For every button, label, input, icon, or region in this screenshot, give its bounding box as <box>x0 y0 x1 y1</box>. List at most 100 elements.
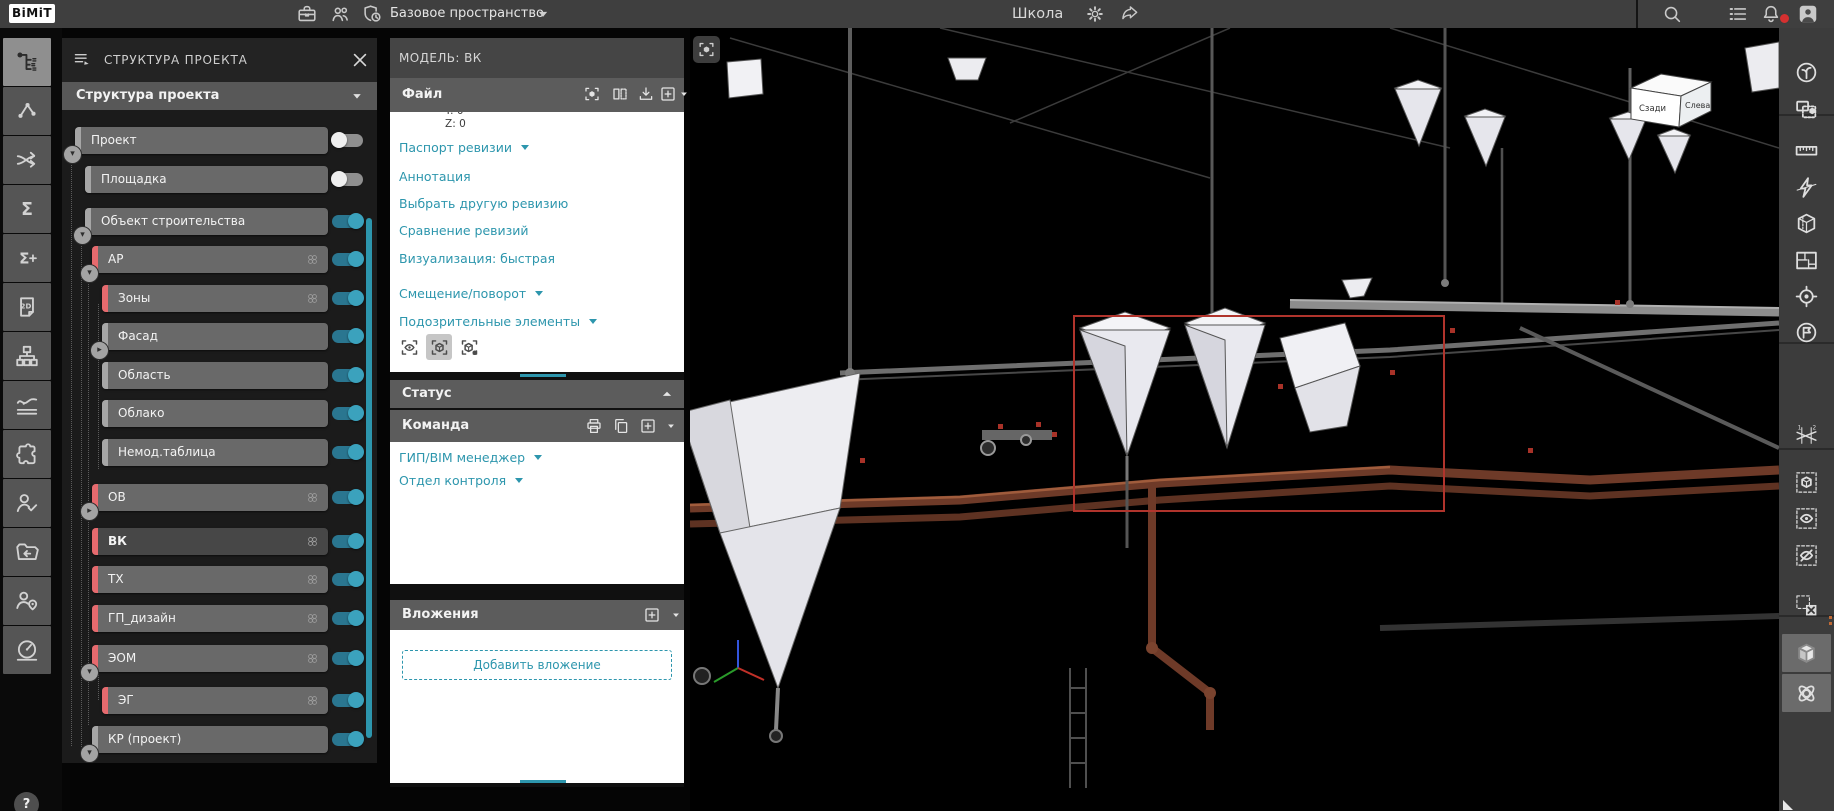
expand-collapse-icon[interactable]: ▾ <box>80 744 99 763</box>
add-box-icon[interactable] <box>639 417 657 435</box>
orbit-icon[interactable] <box>1794 681 1819 706</box>
briefcase-icon[interactable] <box>296 3 318 25</box>
tree-item-ЭОМ[interactable]: ЭОМ <box>92 645 328 672</box>
help-button[interactable]: ? <box>14 792 39 811</box>
expand-collapse-icon[interactable]: ▾ <box>63 145 82 164</box>
left-tool-user-location[interactable] <box>3 577 51 625</box>
axes-icon[interactable]: 12 <box>1794 423 1819 448</box>
expand-collapse-icon[interactable]: ▾ <box>80 663 99 682</box>
visibility-toggle-Площадка[interactable] <box>332 173 363 186</box>
structure-dropdown[interactable]: Структура проекта <box>62 82 377 110</box>
visibility-toggle-Проект[interactable] <box>332 134 363 147</box>
expand-open-icon[interactable]: ▸ <box>80 502 99 521</box>
left-tool-sheet-2d[interactable]: 2D <box>3 283 51 331</box>
viewport-focus-button[interactable] <box>693 36 720 63</box>
file-link-2[interactable]: Аннотация <box>399 169 471 184</box>
visibility-toggle-ВК[interactable] <box>332 535 363 548</box>
file-section-header[interactable]: Файл <box>390 78 684 112</box>
split-view-icon[interactable] <box>611 85 629 103</box>
chevron-down-icon[interactable] <box>669 606 683 624</box>
left-tool-trend-chart[interactable] <box>3 381 51 429</box>
view-cube[interactable]: Сзади Слева <box>1631 74 1711 127</box>
visibility-toggle-ТХ[interactable] <box>332 573 363 586</box>
section-resize-handle[interactable] <box>520 374 566 377</box>
tree-item-ЭГ[interactable]: ЭГ <box>102 687 328 714</box>
team-section-header[interactable]: Команда <box>390 410 684 442</box>
3d-scene[interactable]: Сзади Слева <box>690 28 1779 811</box>
chevron-down-icon[interactable] <box>677 85 691 103</box>
tree-item-ОВ[interactable]: ОВ <box>92 484 328 511</box>
panel-resize-handle[interactable] <box>1783 800 1793 810</box>
left-tool-sum-plus[interactable]: Σ <box>3 234 51 282</box>
view-button-eye-frame[interactable] <box>396 334 422 360</box>
team-link-1[interactable]: ГИП/BIM менеджер <box>399 450 542 465</box>
left-tool-project-structure[interactable] <box>3 38 51 86</box>
add-attachment-button[interactable]: Добавить вложение <box>402 650 672 680</box>
left-tool-connections[interactable] <box>3 136 51 184</box>
close-icon[interactable] <box>350 50 370 70</box>
visibility-toggle-Облако[interactable] <box>332 407 363 420</box>
file-link-4[interactable]: Сравнение ревизий <box>399 223 529 238</box>
select-shape-icon[interactable] <box>1794 97 1819 122</box>
expand-collapse-icon[interactable]: ▾ <box>73 226 92 245</box>
gear-icon[interactable] <box>1085 4 1105 24</box>
file-link-6[interactable]: Смещение/поворот <box>399 286 543 301</box>
tree-item-Зоны[interactable]: Зоны <box>102 285 328 312</box>
tree-item-Область[interactable]: Область <box>102 362 328 389</box>
file-link-7[interactable]: Подозрительные элементы <box>399 314 597 329</box>
isolate-cube-icon[interactable] <box>1794 470 1819 495</box>
avatar-icon[interactable] <box>1797 3 1819 25</box>
visibility-toggle-КР (проект)[interactable] <box>332 733 363 746</box>
left-tool-hierarchy[interactable] <box>3 332 51 380</box>
left-tool-sum[interactable]: Σ <box>3 185 51 233</box>
team-link-2[interactable]: Отдел контроля <box>399 473 523 488</box>
tree-item-Площадка[interactable]: Площадка <box>85 166 328 193</box>
tree-item-АР[interactable]: АР <box>92 246 328 273</box>
menu-indent-icon[interactable] <box>72 49 93 70</box>
tree-item-Объект строительства[interactable]: Объект строительства <box>85 208 328 235</box>
file-link-3[interactable]: Выбрать другую ревизию <box>399 196 568 211</box>
viewport-3d[interactable]: Сзади Слева <box>690 28 1779 811</box>
status-section-header[interactable]: Статус <box>390 380 684 408</box>
visibility-toggle-ЭГ[interactable] <box>332 694 363 707</box>
visibility-toggle-Объект строительства[interactable] <box>332 215 363 228</box>
expand-open-icon[interactable]: ▸ <box>90 341 109 360</box>
tree-item-Немод.таблица[interactable]: Немод.таблица <box>102 439 328 466</box>
plant-icon[interactable] <box>1794 60 1819 85</box>
view-button-cube-frame[interactable] <box>426 334 452 360</box>
flag-icon[interactable] <box>1794 320 1819 345</box>
visibility-toggle-Область[interactable] <box>332 369 363 382</box>
target-icon[interactable] <box>1794 284 1819 309</box>
focus-frame-icon[interactable] <box>583 85 601 103</box>
expand-collapse-icon[interactable]: ▾ <box>80 264 99 283</box>
chevron-down-icon[interactable] <box>664 417 678 435</box>
add-box-icon[interactable] <box>659 85 677 103</box>
section-resize-handle[interactable] <box>520 780 566 783</box>
floorplan-icon[interactable] <box>1794 248 1819 273</box>
collapse-up-icon[interactable] <box>658 385 676 403</box>
visibility-toggle-Зоны[interactable] <box>332 292 363 305</box>
show-eye-icon[interactable] <box>1794 506 1819 531</box>
view-button-cube-dot-frame[interactable] <box>456 334 482 360</box>
view-cube-icon[interactable] <box>1794 641 1819 666</box>
visibility-toggle-Фасад[interactable] <box>332 330 363 343</box>
bell-icon[interactable] <box>1760 3 1782 25</box>
file-link-1[interactable]: Паспорт ревизии <box>399 140 529 155</box>
print-icon[interactable] <box>585 417 603 435</box>
visibility-toggle-Немод.таблица[interactable] <box>332 446 363 459</box>
visibility-toggle-ЭОМ[interactable] <box>332 652 363 665</box>
list-icon[interactable] <box>1727 3 1749 25</box>
left-tool-node-link[interactable] <box>3 87 51 135</box>
tree-item-ГП_дизайн[interactable]: ГП_дизайн <box>92 605 328 632</box>
ruler-icon[interactable] <box>1794 138 1819 163</box>
share-icon[interactable] <box>1120 4 1140 24</box>
clear-selection-icon[interactable] <box>1794 593 1819 618</box>
tree-scrollbar[interactable] <box>366 218 372 738</box>
visibility-toggle-ГП_дизайн[interactable] <box>332 612 363 625</box>
left-tool-plugin[interactable] <box>3 430 51 478</box>
tree-item-Проект[interactable]: Проект <box>75 127 328 154</box>
attachments-section-header[interactable]: Вложения <box>390 600 684 630</box>
users-icon[interactable] <box>330 3 352 25</box>
visibility-toggle-ОВ[interactable] <box>332 491 363 504</box>
tree-item-Фасад[interactable]: Фасад <box>102 323 328 350</box>
